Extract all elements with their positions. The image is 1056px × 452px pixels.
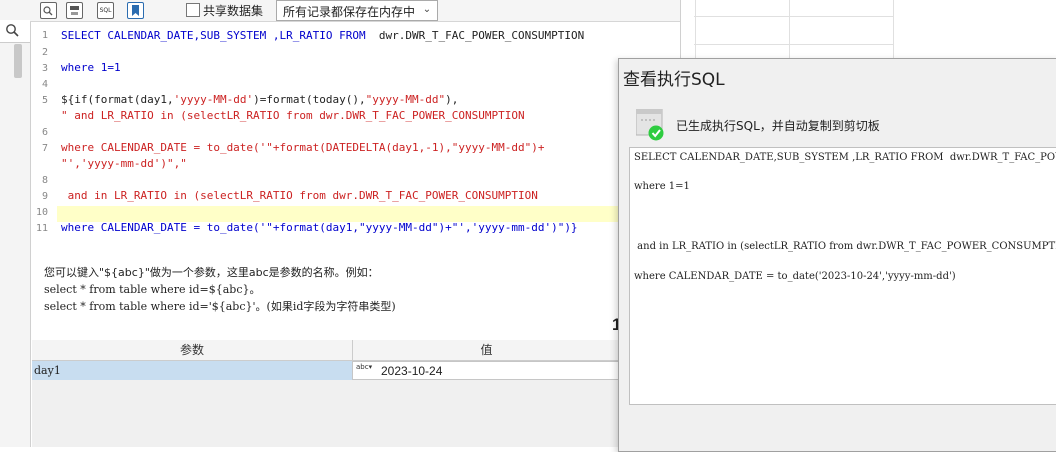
parameter-hint: 您可以键入"${abc}"做为一个参数，这里abc是参数的名称。例如： sele…	[44, 264, 396, 315]
hint-line: select * from table where id=${abc}。	[44, 283, 261, 296]
sql-line: and in LR_RATIO in (selectLR_RATIO from …	[634, 241, 1056, 252]
param-name-cell[interactable]: day1	[32, 361, 352, 380]
generated-sql-textarea[interactable]: SELECT CALENDAR_DATE,SUB_SYSTEM ,LR_RATI…	[629, 147, 1056, 405]
grid-line	[694, 44, 894, 45]
success-clipboard-icon	[635, 108, 664, 141]
code-line: " and LR_RATIO in (selectLR_RATIO from d…	[61, 109, 525, 122]
code-line: SELECT CALENDAR_DATE,SUB_SYSTEM ,LR_RATI…	[61, 29, 584, 42]
dialog-title: 查看执行SQL	[623, 70, 725, 90]
view-sql-dialog: 查看执行SQL 已生成执行SQL，并自动复制到剪切板 SELECT CALEND…	[618, 58, 1056, 452]
line-number: 5	[41, 95, 48, 106]
cache-mode-value: 所有记录都保存在内存中	[283, 5, 416, 19]
bookmark-icon[interactable]	[127, 2, 144, 19]
line-number: 9	[41, 191, 48, 202]
type-icon-text: abc	[356, 363, 369, 371]
code-text: dwr.DWR_T_FAC_POWER_CONSUMPTION	[378, 29, 585, 42]
search-icon[interactable]	[5, 23, 19, 37]
dialog-message: 已生成执行SQL，并自动复制到剪切板	[676, 119, 880, 133]
sql-icon[interactable]: SQL	[97, 2, 114, 19]
preview-icon[interactable]	[40, 2, 57, 19]
background-grid	[680, 0, 1056, 60]
line-number: 1	[41, 30, 48, 41]
table-header: 参数 值	[32, 340, 620, 361]
hint-line: 您可以键入"${abc}"做为一个参数，这里abc是参数的名称。例如：	[44, 266, 379, 279]
grid-line	[695, 0, 696, 60]
line-number: 4	[41, 79, 48, 90]
current-line-highlight	[57, 206, 620, 222]
param-value-text: 2023-10-24	[381, 364, 443, 378]
param-value-cell[interactable]: abc▾ 2023-10-24	[352, 361, 620, 380]
share-dataset-checkbox[interactable]	[186, 3, 200, 17]
code-line: where CALENDAR_DATE = to_date('"+format(…	[61, 221, 578, 234]
left-scrollbar-thumb[interactable]	[14, 44, 22, 78]
sql-editor[interactable]: 1 2 3 4 5 6 7 8 9 10 11 SELECT CALENDAR_…	[32, 27, 620, 253]
cache-mode-select[interactable]: 所有记录都保存在内存中 ⌄	[276, 0, 438, 21]
code-string: 'yyyy-MM-dd'	[173, 93, 254, 106]
code-text: )=format(today(),	[253, 93, 366, 106]
sql-line: where 1=1	[634, 181, 690, 192]
column-header-name[interactable]: 参数	[32, 340, 353, 360]
line-number: 3	[41, 63, 48, 74]
code-line: and in LR_RATIO in (selectLR_RATIO from …	[61, 189, 538, 202]
code-text: ),	[445, 93, 459, 106]
save-icon[interactable]	[66, 2, 83, 19]
sql-line: SELECT CALENDAR_DATE,SUB_SYSTEM ,LR_RATI…	[634, 152, 1056, 163]
left-search-box[interactable]	[0, 20, 30, 43]
line-number: 7	[41, 143, 48, 154]
line-number: 6	[41, 127, 48, 138]
toolbar: SQL 共享数据集 所有记录都保存在内存中 ⌄	[30, 0, 680, 22]
type-abc-icon[interactable]: abc▾	[356, 364, 372, 371]
code-keyword: SELECT CALENDAR_DATE,SUB_SYSTEM ,LR_RATI…	[61, 29, 379, 42]
grid-line	[694, 16, 894, 17]
column-header-value[interactable]: 值	[353, 340, 620, 360]
line-number: 8	[41, 175, 48, 186]
code-line: where 1=1	[61, 61, 121, 74]
line-number: 2	[41, 47, 48, 58]
sql-line: where CALENDAR_DATE = to_date('2023-10-2…	[634, 271, 956, 282]
grid-line	[893, 0, 894, 60]
line-number: 10	[35, 207, 48, 218]
parameter-table: 参数 值 day1 abc▾ 2023-10-24	[32, 340, 620, 447]
line-number-gutter: 1 2 3 4 5 6 7 8 9 10 11	[32, 27, 55, 253]
grid-line	[789, 0, 790, 60]
chevron-down-icon[interactable]: ⌄	[420, 2, 434, 18]
share-dataset-label: 共享数据集	[203, 4, 264, 18]
code-line: where CALENDAR_DATE = to_date('"+format(…	[61, 141, 545, 154]
code-text: ${if(format(day1,	[61, 93, 174, 106]
code-line: "','yyyy-mm-dd')","	[61, 157, 187, 170]
line-number: 11	[35, 223, 48, 234]
code-line: ${if(format(day1,'yyyy-MM-dd')=format(to…	[61, 93, 458, 106]
table-row[interactable]: day1 abc▾ 2023-10-24	[32, 361, 620, 380]
code-string: "yyyy-MM-dd"	[365, 93, 446, 106]
hint-line: select * from table where id='${abc}'。(如…	[44, 300, 396, 313]
